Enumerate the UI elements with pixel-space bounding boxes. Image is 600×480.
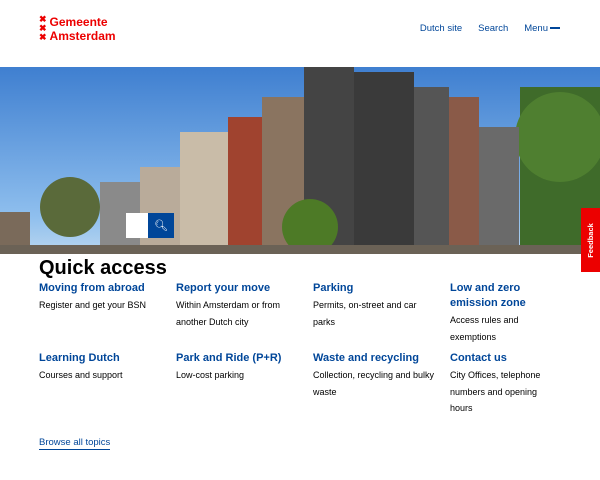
search-form: 🔍︎ bbox=[126, 213, 174, 238]
nav-dutch-site[interactable]: Dutch site bbox=[420, 23, 462, 34]
quick-link-title[interactable]: Parking bbox=[313, 281, 450, 296]
quick-access-title: Quick access bbox=[39, 257, 167, 279]
logo-line1: Gemeente bbox=[49, 15, 108, 29]
search-button[interactable]: 🔍︎ bbox=[148, 213, 174, 238]
quick-link-desc: City Offices, telephone numbers and open… bbox=[450, 370, 541, 413]
canal-houses-illustration bbox=[0, 67, 600, 254]
quick-link: Moving from abroad Register and get your … bbox=[39, 281, 176, 345]
feedback-label: Feedback bbox=[586, 222, 596, 258]
header: ✖ ✖ ✖ Gemeente Amsterdam Dutch site Search … bbox=[0, 0, 600, 67]
quick-link: Report your move Within Amsterdam or from… bbox=[176, 281, 313, 345]
menu-icon bbox=[550, 27, 560, 30]
quick-link-desc: Collection, recycling and bulky waste bbox=[313, 370, 435, 397]
quick-link-title[interactable]: Low and zero emission zone bbox=[450, 281, 569, 311]
search-icon: 🔍︎ bbox=[154, 220, 168, 232]
nav-menu[interactable]: Menu bbox=[524, 23, 560, 34]
quick-link: Park and Ride (P+R) Low-cost parking bbox=[176, 351, 313, 417]
quick-link-desc: Register and get your BSN bbox=[39, 300, 147, 310]
quick-link: Low and zero emission zone Access rules a… bbox=[450, 281, 569, 345]
quick-link-title[interactable]: Contact us bbox=[450, 351, 569, 366]
browse-all-topics-link[interactable]: Browse all topics bbox=[39, 437, 111, 450]
quick-access-grid: Moving from abroad Register and get your … bbox=[39, 281, 569, 417]
logo[interactable]: ✖ ✖ ✖ Gemeente Amsterdam bbox=[39, 14, 116, 44]
quick-link: Parking Permits, on-street and car parks bbox=[313, 281, 450, 345]
quick-link-title[interactable]: Learning Dutch bbox=[39, 351, 176, 366]
quick-link-title[interactable]: Report your move bbox=[176, 281, 313, 296]
logo-line2: Amsterdam bbox=[49, 29, 116, 43]
quick-link-desc: Permits, on-street and car parks bbox=[313, 300, 417, 327]
quick-link-desc: Low-cost parking bbox=[176, 370, 245, 380]
quick-link-title[interactable]: Waste and recycling bbox=[313, 351, 450, 366]
menu-label: Menu bbox=[524, 23, 548, 34]
quick-link-title[interactable]: Moving from abroad bbox=[39, 281, 176, 296]
quick-link: Contact us City Offices, telephone number… bbox=[450, 351, 569, 417]
nav-search[interactable]: Search bbox=[478, 23, 508, 34]
quick-link: Waste and recycling Collection, recycling… bbox=[313, 351, 450, 417]
search-input[interactable] bbox=[126, 213, 148, 238]
top-nav: Dutch site Search Menu bbox=[420, 23, 560, 34]
quick-link-desc: Courses and support bbox=[39, 370, 123, 380]
quick-link-desc: Access rules and exemptions bbox=[450, 315, 519, 342]
quick-link-title[interactable]: Park and Ride (P+R) bbox=[176, 351, 313, 366]
hero-image bbox=[0, 67, 600, 254]
quick-link-desc: Within Amsterdam or from another Dutch c… bbox=[176, 300, 281, 327]
feedback-tab[interactable]: Feedback bbox=[581, 208, 600, 272]
quick-link: Learning Dutch Courses and support bbox=[39, 351, 176, 417]
logo-crosses-icon: ✖ ✖ ✖ bbox=[39, 14, 47, 42]
